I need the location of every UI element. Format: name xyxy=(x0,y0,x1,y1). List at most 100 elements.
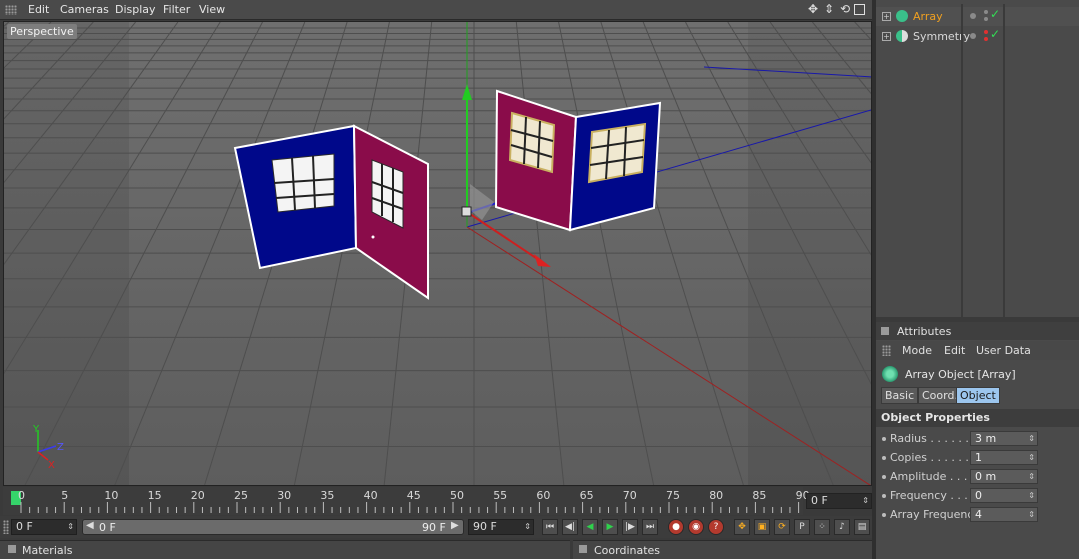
frequency-label: Frequency . . . . xyxy=(890,489,975,502)
menu-cameras[interactable]: Cameras xyxy=(60,3,109,16)
position-key-button[interactable]: ✥ xyxy=(734,519,750,535)
frequency-field[interactable]: 0 ⇕ xyxy=(970,488,1038,503)
radius-field[interactable]: 3 m ⇕ xyxy=(970,431,1038,446)
stepper-icon[interactable]: ⇕ xyxy=(67,520,74,533)
enabled-check-icon[interactable]: ✓ xyxy=(990,7,1000,21)
column-divider xyxy=(961,4,963,317)
animate-dot-icon[interactable] xyxy=(882,494,886,498)
object-row-array[interactable]: + Array ✓ xyxy=(876,7,1079,26)
rotation-key-button[interactable]: ⟳ xyxy=(774,519,790,535)
radius-label: Radius . . . . . . . xyxy=(890,432,976,445)
previous-key-button[interactable]: ◀| xyxy=(562,519,578,535)
object-title: Array Object [Array] xyxy=(905,368,1016,381)
axis-y-label: Y xyxy=(32,424,40,435)
go-to-start-button[interactable]: ⏮ xyxy=(542,519,558,535)
render-dot-icon[interactable] xyxy=(984,30,988,34)
frequency-value: 0 xyxy=(975,489,982,502)
array-frequency-field[interactable]: 4 ⇕ xyxy=(970,507,1038,522)
menu-display[interactable]: Display xyxy=(115,3,156,16)
tab-object[interactable]: Object xyxy=(956,387,1000,404)
menu-edit[interactable]: Edit xyxy=(28,3,49,16)
stepper-icon[interactable]: ⇕ xyxy=(862,494,869,507)
maximize-view-icon[interactable] xyxy=(854,4,865,15)
panel-square-icon[interactable] xyxy=(881,327,889,335)
axis-x-label: X xyxy=(48,460,55,471)
timeline-tick-label: 25 xyxy=(234,489,248,502)
object-name-array[interactable]: Array xyxy=(913,10,943,23)
transport-grip-icon[interactable] xyxy=(3,520,9,534)
timeline-ruler[interactable]: 0 5 10 15 20 25 30 35 40 45 50 55 60 65 70 75 80 85 90 xyxy=(3,487,810,515)
attr-menu-edit[interactable]: Edit xyxy=(944,344,965,357)
play-backwards-button[interactable]: ◀ xyxy=(582,519,598,535)
timeline-tick-label: 35 xyxy=(320,489,335,502)
animate-dot-icon[interactable] xyxy=(882,437,886,441)
range-right-arrow-icon[interactable]: ▶ xyxy=(451,520,459,531)
scale-key-button[interactable]: ▣ xyxy=(754,519,770,535)
animate-dot-icon[interactable] xyxy=(882,456,886,460)
scheme-button[interactable]: ♪ xyxy=(834,519,850,535)
attr-menu-mode[interactable]: Mode xyxy=(902,344,932,357)
rotate-view-icon[interactable]: ⟲ xyxy=(838,2,852,16)
keyframe-selection-button[interactable]: ? xyxy=(708,519,724,535)
panel-square-icon[interactable] xyxy=(8,545,16,553)
coordinates-title: Coordinates xyxy=(594,544,661,557)
autokeying-button[interactable]: ◉ xyxy=(688,519,704,535)
editor-dot-icon[interactable] xyxy=(984,17,988,21)
copies-label: Copies . . . . . . xyxy=(890,451,969,464)
copies-field[interactable]: 1 ⇕ xyxy=(970,450,1038,465)
safe-frame-right xyxy=(748,22,871,485)
enabled-check-icon[interactable]: ✓ xyxy=(990,27,1000,41)
range-slider[interactable]: ◀ 0 F 90 F ▶ xyxy=(82,519,464,535)
go-to-end-button[interactable]: ⏭ xyxy=(642,519,658,535)
timeline-tick-label: 15 xyxy=(147,489,162,502)
object-center-icon[interactable] xyxy=(461,206,472,217)
amplitude-label: Amplitude . . . . . xyxy=(890,470,982,483)
symmetry-object-icon xyxy=(896,30,908,42)
visibility-dot-icon[interactable] xyxy=(970,33,976,39)
stepper-icon[interactable]: ⇕ xyxy=(1028,451,1035,464)
visibility-dot-icon[interactable] xyxy=(970,13,976,19)
radius-value: 3 m xyxy=(975,432,997,445)
expand-icon[interactable]: + xyxy=(882,32,891,41)
tab-basic[interactable]: Basic xyxy=(881,387,919,404)
menu-filter[interactable]: Filter xyxy=(163,3,190,16)
render-dot-icon[interactable] xyxy=(984,10,988,14)
timeline-tick-label: 5 xyxy=(61,489,69,502)
menu-view[interactable]: View xyxy=(199,3,225,16)
panel-grip-icon[interactable] xyxy=(882,345,891,356)
current-frame-field[interactable]: 0 F ⇕ xyxy=(806,493,872,509)
amplitude-field[interactable]: 0 m ⇕ xyxy=(970,469,1038,484)
panel-grip-icon[interactable] xyxy=(5,5,17,15)
panel-square-icon[interactable] xyxy=(579,545,587,553)
section-header: Object Properties xyxy=(876,409,1079,427)
stepper-icon[interactable]: ⇕ xyxy=(1028,432,1035,445)
point-level-animation-button[interactable]: ⁘ xyxy=(814,519,830,535)
timeline-tick-label: 10 xyxy=(104,489,119,502)
attr-menu-user-data[interactable]: User Data xyxy=(976,344,1031,357)
3d-viewport[interactable]: Y Z X Perspective xyxy=(3,21,872,486)
move-view-icon[interactable]: ✥ xyxy=(806,2,820,16)
array-frequency-value: 4 xyxy=(975,508,982,521)
next-key-button[interactable]: |▶ xyxy=(622,519,638,535)
safe-frame-left xyxy=(4,22,129,485)
timeline-tick-label: 80 xyxy=(709,489,724,502)
end-frame-field[interactable]: 90 F ⇕ xyxy=(468,519,534,535)
start-frame-field[interactable]: 0 F ⇕ xyxy=(11,519,77,535)
zoom-view-icon[interactable]: ⇕ xyxy=(822,2,836,16)
range-left-arrow-icon[interactable]: ◀ xyxy=(86,520,94,531)
play-forwards-button[interactable]: ▶ xyxy=(602,519,618,535)
stepper-icon[interactable]: ⇕ xyxy=(1028,489,1035,502)
object-row-symmetry[interactable]: + Symmetry ✓ xyxy=(876,27,1079,46)
animate-dot-icon[interactable] xyxy=(882,513,886,517)
motion-clip-button[interactable]: ▤ xyxy=(854,519,870,535)
expand-icon[interactable]: + xyxy=(882,12,891,21)
record-active-objects-button[interactable]: ● xyxy=(668,519,684,535)
stepper-icon[interactable]: ⇕ xyxy=(1028,470,1035,483)
editor-dot-icon[interactable] xyxy=(984,37,988,41)
stepper-icon[interactable]: ⇕ xyxy=(1028,508,1035,521)
animate-dot-icon[interactable] xyxy=(882,475,886,479)
axis-z-label: Z xyxy=(57,442,64,453)
parameter-key-button[interactable]: P xyxy=(794,519,810,535)
camera-label[interactable]: Perspective xyxy=(7,24,77,39)
stepper-icon[interactable]: ⇕ xyxy=(524,520,531,533)
